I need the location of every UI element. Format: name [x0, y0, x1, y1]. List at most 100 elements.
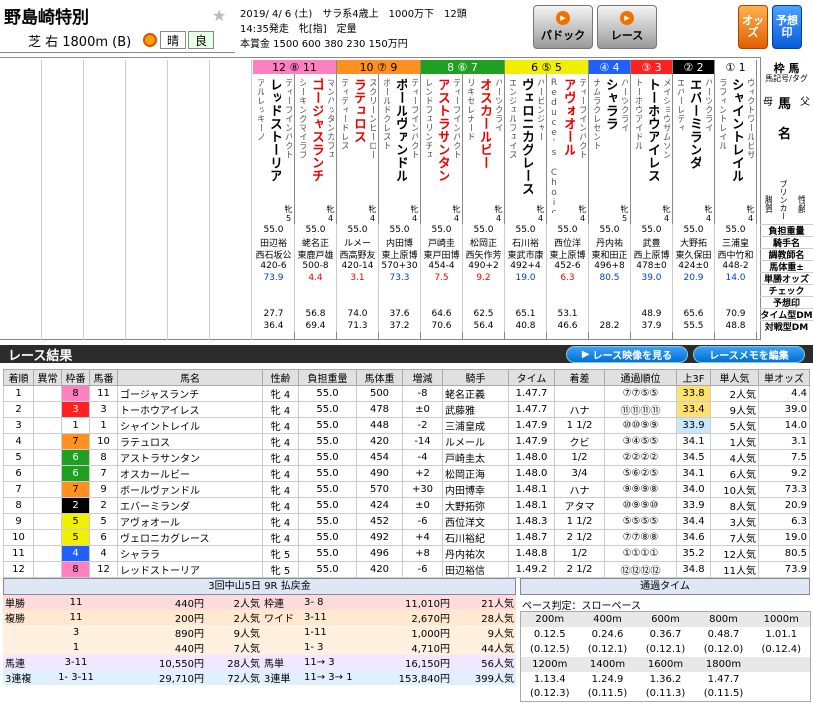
table-row[interactable]: 12 8 12 レッドストーリア牝 5 55.0 420 -6 田辺裕信 1.49.2 2 1/2… — [3, 561, 810, 578]
horse-check[interactable] — [421, 284, 463, 296]
horse-check[interactable] — [631, 284, 673, 296]
star-icon[interactable]: ★ — [212, 6, 226, 25]
horse-body-weight: 490+2 — [463, 260, 505, 272]
table-row[interactable]: 5 6 8 アストラサンタン牝 4 55.0 454 -4 戸崎圭太 1.48.0 1/2 ②②②②… — [3, 449, 810, 466]
result-sex-age: 牝 4 — [262, 465, 299, 482]
table-row[interactable]: 8 2 2 エバーミランダ牝 4 55.0 424 ±0 大野拓弥 1.48.1 アタマ ⑩⑨⑨⑩ 3… — [3, 497, 810, 514]
horse-battle-dm: 48.8 — [715, 320, 757, 332]
payout-cell: 11 — [69, 612, 83, 623]
table-row[interactable]: 4 7 10 ラテュロス牝 4 55.0 420 -14 ルメール 1.47.9 クビ ③④⑤⑤ 34… — [3, 433, 810, 450]
result-odds: 80.5 — [758, 545, 810, 562]
race-info-line3: 本賞金 1500 600 380 230 150万円 — [240, 39, 408, 50]
blank-column — [0, 60, 42, 340]
race-video-button[interactable]: ▶ レース — [597, 5, 657, 49]
horse-dam-name: レンドフェリンチェ — [423, 78, 432, 159]
horse-check[interactable] — [715, 284, 757, 296]
result-margin: 2 1/2 — [554, 529, 605, 546]
table-row[interactable]: 11 4 4 シャララ牝 5 55.0 496 +8 丹内祐次 1.48.8 1/2 ①①①① 35.… — [3, 545, 810, 562]
table-row[interactable]: 10 5 6 ヴェロニカグレース牝 4 55.0 492 +4 石川裕紀 1.48.7 2 1/2… — [3, 529, 810, 546]
horse-yoso-mark[interactable] — [379, 296, 421, 308]
horse-yoso-mark[interactable] — [463, 296, 505, 308]
horse-check[interactable] — [589, 284, 631, 296]
passing-cell — [753, 672, 811, 687]
horse-check[interactable] — [505, 284, 547, 296]
horse-yoso-mark[interactable] — [715, 296, 757, 308]
horse-yoso-mark[interactable] — [547, 296, 589, 308]
result-passing: ⑩⑨⑨⑩ — [604, 497, 677, 514]
result-horse-name: ラテュロス — [117, 433, 263, 450]
horse-check[interactable] — [673, 284, 715, 296]
result-margin: 3/4 — [554, 465, 605, 482]
payout-cell: 3連複 — [5, 674, 32, 685]
payout-row: 複勝 11 200円 2人気 ワイド 3-11 2,670円 28人気 — [3, 610, 516, 625]
payout-row: 馬連 3-11 10,550円 28人気 馬単 11→ 3 16,150円 56人気 — [3, 655, 516, 670]
frame-header-3: 8 ⑥ 7 — [421, 60, 505, 74]
result-weight: 55.0 — [298, 449, 357, 466]
result-last3f: 34.6 — [676, 529, 711, 546]
result-passing: ⑦⑦⑤⑤ — [604, 385, 677, 402]
table-row[interactable]: 3 1 1 シャイントレイル牝 4 55.0 448 -2 三浦皇成 1.47.9 1 1/2 ⑩⑩… — [3, 417, 810, 434]
table-row[interactable]: 2 3 3 トーホウアイレス牝 4 55.0 478 ±0 武藤雅 1.47.7 ハナ ⑪⑪⑪⑪ 33… — [3, 401, 810, 418]
horse-check[interactable] — [253, 284, 295, 296]
horse-check[interactable] — [547, 284, 589, 296]
horse-yoso-mark[interactable] — [295, 296, 337, 308]
horse-yoso-mark[interactable] — [673, 296, 715, 308]
table-row[interactable]: 7 7 9 ボールヴァンドル牝 4 55.0 570 +30 内田博幸 1.48.1 ハナ ⑨⑨⑨⑧… — [3, 481, 810, 498]
horse-yoso-mark[interactable] — [253, 296, 295, 308]
horse-trainer: 東和田正 — [589, 248, 631, 260]
result-jockey: 丹内祐次 — [442, 545, 509, 562]
paddock-button[interactable]: ▶ パドック — [533, 5, 593, 49]
horse-odds: 6.3 — [547, 272, 589, 284]
result-popularity: 8人気 — [710, 497, 759, 514]
result-sex-age: 牝 4 — [262, 529, 299, 546]
horse-body-weight: 424±0 — [673, 260, 715, 272]
payout-cell: 399人気 — [474, 674, 514, 685]
horse-dam-name: ティディードレス — [339, 78, 348, 150]
result-horse-name: ボールヴァンドル — [117, 481, 263, 498]
horse-sex-age: 牝4 — [578, 205, 587, 223]
horse-sex-age: 牝4 — [368, 205, 377, 223]
sun-icon — [143, 33, 157, 47]
result-weight: 55.0 — [298, 513, 357, 530]
payout-cell: 200円 — [174, 614, 204, 625]
payout-cell: 28人気 — [481, 614, 514, 625]
result-number: 4 — [89, 545, 118, 562]
horse-check[interactable] — [463, 284, 505, 296]
horse-time-dm: 27.7 — [253, 308, 295, 320]
result-last3f: 34.4 — [676, 513, 711, 530]
frame-horse-label: 枠 馬 — [773, 62, 800, 75]
race-video-link[interactable]: ▶ レース映像を見る — [566, 346, 688, 363]
result-odds: 6.3 — [758, 513, 810, 530]
horse-yoso-mark[interactable] — [337, 296, 379, 308]
odds-button[interactable]: オッズ — [738, 5, 768, 49]
horse-jockey: 大野拓 — [673, 236, 715, 248]
horse-check[interactable] — [379, 284, 421, 296]
passing-cell: (0.12.4) — [761, 643, 802, 655]
table-row[interactable]: 9 5 5 アヴォオール牝 4 55.0 452 -6 西位洋文 1.48.3 1 1/2 ⑤⑤⑤⑤… — [3, 513, 810, 530]
table-row[interactable]: 6 6 7 オスカールビー牝 4 55.0 490 +2 松岡正海 1.48.0 3/4 ⑤⑥②⑤ 3… — [3, 465, 810, 482]
result-abnormal — [33, 545, 62, 562]
payout-row: 単勝 11 440円 2人気 枠連 3- 8 11,010円 21人気 — [3, 595, 516, 610]
weather-value: 晴 — [160, 31, 186, 49]
horse-dam-name: Reduce's Choice — [549, 78, 558, 213]
horse-yoso-mark[interactable] — [421, 296, 463, 308]
table-row[interactable]: 1 8 11 ゴージャスランチ牝 4 55.0 500 -8 蛯名正義 1.47.7 ⑦⑦⑤⑤ 33… — [3, 385, 810, 402]
horse-check[interactable] — [295, 284, 337, 296]
horse-check[interactable] — [337, 284, 379, 296]
horse-yoso-mark[interactable] — [589, 296, 631, 308]
payout-row: 1 440円 7人気 1- 3 4,710円 44人気 — [3, 640, 516, 655]
horse-yoso-mark[interactable] — [505, 296, 547, 308]
result-number: 1 — [89, 417, 118, 434]
passing-cell: (0.12.0) — [703, 643, 744, 655]
dam-label: 母 — [763, 97, 773, 108]
horse-name: レッドストーリア — [268, 78, 281, 182]
payout-cell: 2人気 — [233, 614, 260, 625]
row-label: 騎手名 — [760, 236, 813, 249]
result-popularity: 3人気 — [710, 513, 759, 530]
race-memo-link[interactable]: レースメモを編集 — [693, 346, 805, 363]
horse-odds: 80.5 — [589, 272, 631, 284]
horse-yoso-mark[interactable] — [631, 296, 673, 308]
yoso-button[interactable]: 予想印 — [772, 5, 802, 49]
payout-cell: 11→ 3 — [304, 657, 335, 668]
result-last3f: 33.9 — [676, 497, 711, 514]
